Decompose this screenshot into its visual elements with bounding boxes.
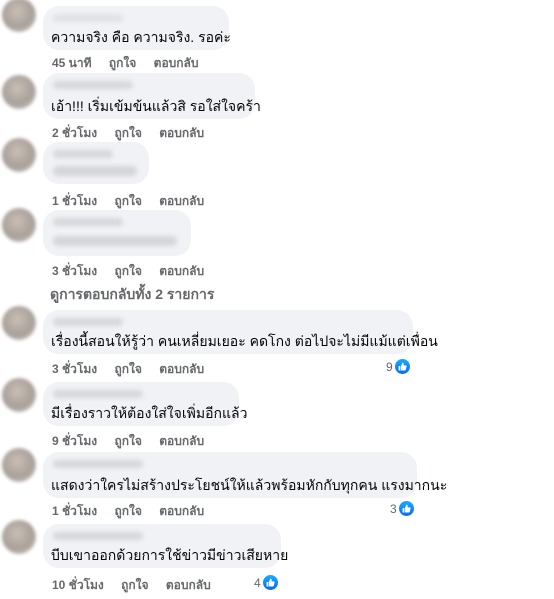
like-link[interactable]: ถูกใจ [114,264,141,278]
reaction-number: 4 [254,575,261,590]
reaction-number: 9 [386,359,393,374]
like-link[interactable]: ถูกใจ [114,126,141,140]
like-link[interactable]: ถูกใจ [114,434,141,448]
avatar[interactable] [2,520,36,554]
avatar[interactable] [2,75,36,109]
comment-text: มีเรื่องราวให้ต้องใส่ใจเพิ่มอีกแล้ว [51,405,248,421]
comment-bubble: เรื่องนี้สอนให้รู้ว่า คนเหลี่ยมเยอะ คดโก… [43,310,438,354]
comment-time[interactable]: 2 ชั่วโมง [52,126,97,140]
comment-time[interactable]: 1 ชั่วโมง [52,504,97,518]
reply-link[interactable]: ตอบกลับ [166,578,211,592]
reply-link[interactable]: ตอบกลับ [159,126,204,140]
avatar[interactable] [2,378,36,412]
reaction-count[interactable]: 9 [386,359,410,374]
like-link[interactable]: ถูกใจ [114,362,141,376]
comment-actions: 9 ชั่วโมง ถูกใจ ตอบกลับ [52,432,218,451]
comment-text: แสดงว่าใครไม่สร้างประโยชน์ให้แล้วพร้อมหั… [51,477,448,493]
reply-link[interactable]: ตอบกลับ [159,362,204,376]
avatar[interactable] [2,306,36,340]
reaction-count[interactable]: 3 [390,501,414,516]
comment-time[interactable]: 9 ชั่วโมง [52,434,97,448]
comment-actions: 3 ชั่วโมง ถูกใจ ตอบกลับ [52,360,218,379]
comment-bubble [43,210,191,256]
thumbs-up-icon [262,575,278,590]
comment-time[interactable]: 3 ชั่วโมง [52,362,97,376]
avatar[interactable] [2,0,36,32]
comment-text: เอ้า!!! เริ่มเข้มข้นแล้วสิ รอใส่ใจคร้า [51,98,261,114]
comment: บีบเขาออกด้วยการใช้ข่าวมีข่าวเสียหาย 10 … [0,520,554,599]
comment-bubble: แสดงว่าใครไม่สร้างประโยชน์ให้แล้วพร้อมหั… [43,452,447,498]
comment: 3 ชั่วโมง ถูกใจ ตอบกลับ [0,206,554,282]
reaction-count[interactable]: 4 [254,575,278,590]
comment-text-blurred [53,166,137,176]
comment: มีเรื่องราวให้ต้องใส่ใจเพิ่มอีกแล้ว 9 ชั… [0,378,554,451]
reply-link[interactable]: ตอบกลับ [159,434,204,448]
comment-bubble: มีเรื่องราวให้ต้องใส่ใจเพิ่มอีกแล้ว [43,382,247,426]
thumbs-up-icon [394,359,410,374]
thumbs-up-icon [398,501,414,516]
author-name-blurred[interactable] [53,390,143,398]
like-link[interactable]: ถูกใจ [121,578,148,592]
view-replies-link[interactable]: ดูการตอบกลับทั้ง 2 รายการ [50,284,214,306]
author-name-blurred[interactable] [53,81,133,89]
comment-text-blurred [53,236,177,246]
author-name-blurred[interactable] [53,460,143,468]
avatar[interactable] [2,138,36,172]
comment: เรื่องนี้สอนให้รู้ว่า คนเหลี่ยมเยอะ คดโก… [0,306,554,380]
author-name-blurred[interactable] [53,218,123,226]
reply-link[interactable]: ตอบกลับ [159,264,204,278]
comment-text: บีบเขาออกด้วยการใช้ข่าวมีข่าวเสียหาย [51,547,289,563]
comment-text: ความจริง คือ ความจริง. รอค่ะ [51,29,231,45]
like-link[interactable]: ถูกใจ [114,504,141,518]
reply-link[interactable]: ตอบกลับ [154,56,199,70]
author-name-blurred[interactable] [53,318,123,326]
reply-link[interactable]: ตอบกลับ [159,504,204,518]
comment-time[interactable]: 3 ชั่วโมง [52,264,97,278]
comment: 1 ชั่วโมง ถูกใจ ตอบกลับ [0,138,554,208]
avatar[interactable] [2,448,36,482]
comment-time[interactable]: 10 ชั่วโมง [52,578,104,592]
comment-bubble [43,142,149,184]
comment-actions: 10 ชั่วโมง ถูกใจ ตอบกลับ [52,576,225,595]
author-name-blurred[interactable] [53,14,123,22]
author-name-blurred[interactable] [53,150,113,158]
reaction-number: 3 [390,501,397,516]
like-link[interactable]: ถูกใจ [109,56,136,70]
comment-bubble: ความจริง คือ ความจริง. รอค่ะ [43,6,231,50]
avatar[interactable] [2,208,36,242]
comment-actions: 1 ชั่วโมง ถูกใจ ตอบกลับ [52,502,218,521]
author-name-blurred[interactable] [53,532,143,540]
comment-actions: 3 ชั่วโมง ถูกใจ ตอบกลับ [52,262,218,281]
comment-bubble: บีบเขาออกด้วยการใช้ข่าวมีข่าวเสียหาย [43,524,288,568]
comment: แสดงว่าใครไม่สร้างประโยชน์ให้แล้วพร้อมหั… [0,448,554,522]
comment-text: เรื่องนี้สอนให้รู้ว่า คนเหลี่ยมเยอะ คดโก… [51,333,438,349]
comment-bubble: เอ้า!!! เริ่มเข้มข้นแล้วสิ รอใส่ใจคร้า [43,73,261,119]
comment: เอ้า!!! เริ่มเข้มข้นแล้วสิ รอใส่ใจคร้า 2… [0,70,554,140]
comment: ความจริง คือ ความจริง. รอค่ะ 45 นาที ถูก… [0,0,554,70]
comment-time[interactable]: 45 นาที [52,56,92,70]
